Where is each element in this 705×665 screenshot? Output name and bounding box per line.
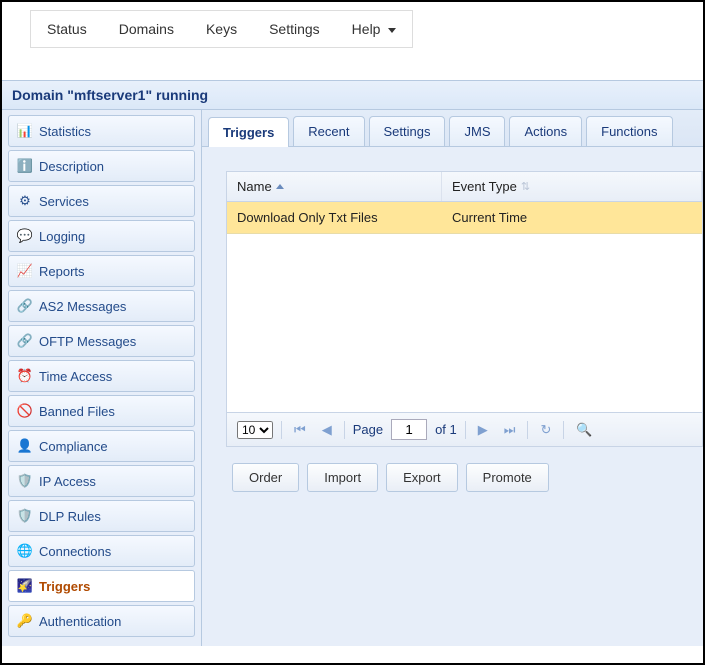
order-button[interactable]: Order xyxy=(232,463,299,492)
bar-chart-icon: 📈 xyxy=(17,263,33,279)
sidebar-item-label: Triggers xyxy=(39,579,90,594)
separator xyxy=(465,421,466,439)
star-icon: 🌠 xyxy=(17,578,33,594)
last-page-button[interactable]: ⏭ xyxy=(500,422,520,438)
menu-help-label: Help xyxy=(352,21,381,37)
cell-event-type: Current Time xyxy=(442,202,702,233)
sidebar-item-services[interactable]: ⚙ Services xyxy=(8,185,195,217)
sidebar-item-dlp-rules[interactable]: 🛡️ DLP Rules xyxy=(8,500,195,532)
sidebar-item-label: Connections xyxy=(39,544,111,559)
domain-status-header: Domain "mftserver1" running xyxy=(2,80,703,110)
first-page-button[interactable]: ⏮ xyxy=(290,422,310,438)
search-button[interactable]: 🔍 xyxy=(572,422,596,438)
sidebar-item-triggers[interactable]: 🌠 Triggers xyxy=(8,570,195,602)
sidebar-item-label: Compliance xyxy=(39,439,108,454)
main-panel: Triggers Recent Settings JMS Actions Fun… xyxy=(202,110,703,646)
refresh-button[interactable]: ↻ xyxy=(536,422,555,438)
grid-body: Download Only Txt Files Current Time xyxy=(227,202,702,412)
info-icon: ℹ️ xyxy=(17,158,33,174)
sidebar-item-label: AS2 Messages xyxy=(39,299,126,314)
tab-triggers[interactable]: Triggers xyxy=(208,117,289,147)
grid-header: Name Event Type ⇅ xyxy=(227,172,702,202)
sidebar-item-compliance[interactable]: 👤 Compliance xyxy=(8,430,195,462)
tab-functions[interactable]: Functions xyxy=(586,116,672,146)
export-button[interactable]: Export xyxy=(386,463,458,492)
user-icon: 👤 xyxy=(17,438,33,454)
menu-settings[interactable]: Settings xyxy=(253,11,336,47)
tab-recent[interactable]: Recent xyxy=(293,116,364,146)
page-size-select[interactable]: 10 xyxy=(237,421,273,439)
sort-asc-icon xyxy=(276,184,284,189)
menu-keys[interactable]: Keys xyxy=(190,11,253,47)
tab-settings[interactable]: Settings xyxy=(369,116,446,146)
sidebar-item-label: Statistics xyxy=(39,124,91,139)
chart-pie-icon: 📊 xyxy=(17,123,33,139)
tab-actions[interactable]: Actions xyxy=(509,116,582,146)
clock-icon: ⏰ xyxy=(17,368,33,384)
separator xyxy=(281,421,282,439)
sidebar-item-ip-access[interactable]: 🛡️ IP Access xyxy=(8,465,195,497)
link-icon: 🔗 xyxy=(17,298,33,314)
prev-page-button[interactable]: ◀ xyxy=(318,422,336,438)
sidebar-item-authentication[interactable]: 🔑 Authentication xyxy=(8,605,195,637)
page-number-input[interactable] xyxy=(391,419,427,440)
key-icon: 🔑 xyxy=(17,613,33,629)
cell-trigger-name: Download Only Txt Files xyxy=(227,202,442,233)
pager: 10 ⏮ ◀ Page of 1 ▶ ⏭ ↻ 🔍 xyxy=(227,412,702,446)
menu-status[interactable]: Status xyxy=(31,11,103,47)
menu-domains[interactable]: Domains xyxy=(103,11,190,47)
column-header-name-label: Name xyxy=(237,179,272,194)
sidebar-item-label: Time Access xyxy=(39,369,112,384)
import-button[interactable]: Import xyxy=(307,463,378,492)
promote-button[interactable]: Promote xyxy=(466,463,549,492)
sidebar-item-reports[interactable]: 📈 Reports xyxy=(8,255,195,287)
action-button-row: Order Import Export Promote xyxy=(226,447,703,498)
triggers-grid-panel: Name Event Type ⇅ Download Only Txt File… xyxy=(226,171,703,447)
tabstrip: Triggers Recent Settings JMS Actions Fun… xyxy=(202,110,703,147)
next-page-button[interactable]: ▶ xyxy=(474,422,492,438)
sidebar-item-logging[interactable]: 💬 Logging xyxy=(8,220,195,252)
sidebar-item-label: Services xyxy=(39,194,89,209)
top-menu-bar: Status Domains Keys Settings Help xyxy=(30,10,413,48)
column-header-event-type[interactable]: Event Type ⇅ xyxy=(442,172,702,201)
sidebar-item-label: Description xyxy=(39,159,104,174)
services-icon: ⚙ xyxy=(17,193,33,209)
ban-icon: 🚫 xyxy=(17,403,33,419)
sidebar-item-label: Authentication xyxy=(39,614,121,629)
page-label: Page xyxy=(353,422,383,437)
tab-jms[interactable]: JMS xyxy=(449,116,505,146)
sidebar-item-label: DLP Rules xyxy=(39,509,101,524)
sort-neutral-icon: ⇅ xyxy=(521,180,530,193)
separator xyxy=(563,421,564,439)
sidebar-item-label: Banned Files xyxy=(39,404,115,419)
column-header-event-type-label: Event Type xyxy=(452,179,517,194)
shield-icon: 🛡️ xyxy=(17,473,33,489)
sidebar-item-time-access[interactable]: ⏰ Time Access xyxy=(8,360,195,392)
sidebar-item-label: Logging xyxy=(39,229,85,244)
sidebar-item-oftp[interactable]: 🔗 OFTP Messages xyxy=(8,325,195,357)
sidebar-item-label: Reports xyxy=(39,264,85,279)
sidebar: 📊 Statistics ℹ️ Description ⚙ Services 💬… xyxy=(2,110,202,646)
sidebar-item-label: IP Access xyxy=(39,474,96,489)
shield-icon: 🛡️ xyxy=(17,508,33,524)
chat-icon: 💬 xyxy=(17,228,33,244)
table-row[interactable]: Download Only Txt Files Current Time xyxy=(227,202,702,234)
chevron-down-icon xyxy=(388,28,396,33)
sidebar-item-connections[interactable]: 🌐 Connections xyxy=(8,535,195,567)
globe-icon: 🌐 xyxy=(17,543,33,559)
page-of-label: of 1 xyxy=(435,422,457,437)
separator xyxy=(344,421,345,439)
sidebar-item-description[interactable]: ℹ️ Description xyxy=(8,150,195,182)
column-header-name[interactable]: Name xyxy=(227,172,442,201)
link-icon: 🔗 xyxy=(17,333,33,349)
separator xyxy=(527,421,528,439)
sidebar-item-banned-files[interactable]: 🚫 Banned Files xyxy=(8,395,195,427)
sidebar-item-label: OFTP Messages xyxy=(39,334,136,349)
sidebar-item-statistics[interactable]: 📊 Statistics xyxy=(8,115,195,147)
sidebar-item-as2[interactable]: 🔗 AS2 Messages xyxy=(8,290,195,322)
menu-help[interactable]: Help xyxy=(336,11,413,47)
